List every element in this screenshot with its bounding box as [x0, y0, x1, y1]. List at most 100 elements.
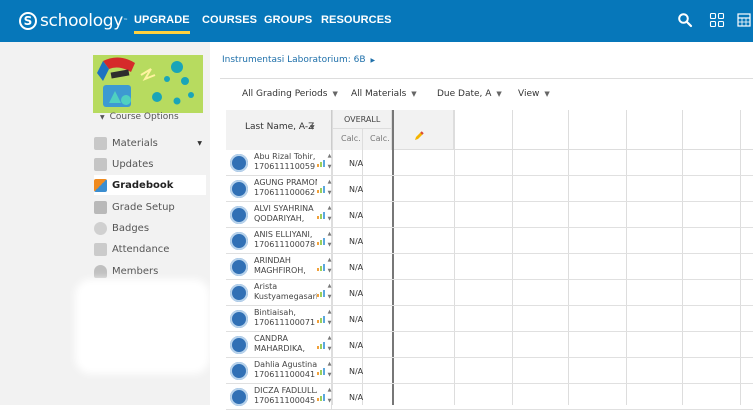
members-icon	[94, 264, 107, 278]
avatar	[230, 180, 248, 198]
nav-upgrade[interactable]: UPGRADE	[134, 14, 190, 34]
schoology-logo[interactable]: S schoology ™	[19, 10, 128, 32]
row-stepper[interactable]: ▲ ▼	[327, 307, 332, 331]
student-cell[interactable]: Arista Kustyamegasari, ▲ ▼	[226, 280, 332, 306]
top-navigation-bar: S schoology ™ UPGRADE COURSES GROUPS RES…	[0, 0, 753, 42]
student-id: 170611100071	[254, 318, 316, 327]
caret-down-icon: ▼	[544, 90, 550, 98]
filter-label: All Materials	[351, 89, 407, 99]
bar-chart-icon[interactable]	[317, 315, 325, 323]
row-stepper[interactable]: ▲ ▼	[327, 229, 332, 253]
caret-down-icon: ▼	[411, 90, 417, 98]
bar-chart-icon[interactable]	[317, 289, 325, 297]
student-cell[interactable]: Abu Rizal Tohir, 170611110059 ▲ ▼	[226, 150, 332, 176]
student-row: ALVI SYAHRINA QODARIYAH, ▲ ▼ N/A	[226, 202, 753, 228]
student-cell[interactable]: ALVI SYAHRINA QODARIYAH, ▲ ▼	[226, 202, 332, 228]
row-stepper[interactable]: ▲ ▼	[327, 333, 332, 357]
due-date-sort[interactable]: Due Date, A ▼	[437, 89, 502, 99]
view-filter[interactable]: View ▼	[518, 89, 550, 99]
sidebar-item-attendance[interactable]: Attendance	[94, 239, 206, 259]
course-options-toggle[interactable]: ▼ Course Options	[100, 112, 179, 122]
avatar	[230, 154, 248, 172]
row-stepper[interactable]: ▲ ▼	[327, 151, 332, 175]
bar-chart-icon[interactable]	[317, 393, 325, 401]
student-id: 170611100062	[254, 188, 316, 197]
student-id: 170611100041	[254, 370, 316, 379]
overall-grade: N/A	[349, 289, 364, 298]
overall-grade: N/A	[349, 315, 364, 324]
student-cell[interactable]: DICZA FADLULLAH170611100045 ▲▼	[226, 384, 332, 410]
student-name: DICZA FADLULLAH	[254, 386, 317, 395]
breadcrumb-course: Instrumentasi Laboratorium: 6B	[222, 55, 366, 65]
sidebar-item-badges[interactable]: Badges	[94, 218, 206, 238]
calendar-icon[interactable]	[737, 12, 751, 28]
student-row: Bintiaisah, 170611100071 ▲ ▼ N/A	[226, 306, 753, 332]
student-row: DICZA FADLULLAH170611100045 ▲▼ N/A	[226, 384, 753, 410]
calc-label: Calc.	[341, 134, 361, 143]
sidebar-item-members[interactable]: Members	[94, 261, 206, 281]
grade-setup-icon	[94, 200, 107, 214]
row-stepper[interactable]: ▲ ▼	[327, 203, 332, 227]
caret-down-icon: ▼	[327, 242, 332, 248]
bar-chart-icon[interactable]	[317, 367, 325, 375]
add-column-header[interactable]	[394, 110, 454, 150]
row-stepper[interactable]: ▲ ▼	[327, 359, 332, 383]
row-stepper[interactable]: ▲ ▼	[327, 177, 332, 201]
avatar	[230, 362, 248, 380]
row-stepper[interactable]: ▲ ▼	[327, 385, 332, 409]
student-cell[interactable]: Bintiaisah, 170611100071 ▲ ▼	[226, 306, 332, 332]
caret-up-icon: ▲	[327, 153, 332, 159]
nav-groups[interactable]: GROUPS	[264, 14, 312, 26]
search-icon[interactable]	[677, 12, 693, 28]
nav-courses[interactable]: COURSES	[202, 14, 257, 26]
student-cell[interactable]: AGUNG PRAMONO,170611100062 ▲▼	[226, 176, 332, 202]
caret-down-icon: ▼	[327, 398, 332, 404]
badge-icon	[94, 221, 107, 235]
student-row: AGUNG PRAMONO,170611100062 ▲▼ N/A	[226, 176, 753, 202]
bar-chart-icon[interactable]	[317, 263, 325, 271]
sidebar-item-label: Gradebook	[112, 179, 174, 191]
caret-down-icon: ▼	[327, 320, 332, 326]
filter-label: All Grading Periods	[242, 89, 328, 99]
name-sort-header[interactable]: Last Name, A-Z ▼	[226, 110, 332, 150]
bar-chart-icon[interactable]	[317, 237, 325, 245]
sidebar-item-materials[interactable]: Materials ▼	[94, 133, 206, 153]
student-name: CANDRA	[254, 334, 288, 343]
caret-up-icon: ▲	[327, 283, 332, 289]
student-id: MAGHFIROH,	[254, 266, 306, 275]
overall-grade: N/A	[349, 341, 364, 350]
avatar	[230, 310, 248, 328]
student-id: Kustyamegasari,	[254, 292, 317, 301]
empty-header	[454, 110, 753, 150]
bar-chart-icon[interactable]	[317, 341, 325, 349]
calc-label: Calc.	[370, 134, 390, 143]
pencil-icon[interactable]	[414, 131, 424, 141]
bar-chart-icon[interactable]	[317, 159, 325, 167]
course-image	[93, 55, 203, 113]
student-cell[interactable]: ANIS ELLIYANI, 170611100078 ▲ ▼	[226, 228, 332, 254]
sidebar-item-gradebook[interactable]: Gradebook	[94, 175, 206, 195]
bar-chart-icon[interactable]	[317, 211, 325, 219]
row-stepper[interactable]: ▲ ▼	[327, 255, 332, 279]
row-stepper[interactable]: ▲ ▼	[327, 281, 332, 305]
nav-resources[interactable]: RESOURCES	[321, 14, 392, 26]
student-name: AGUNG PRAMONO,	[254, 178, 317, 187]
sidebar-item-updates[interactable]: Updates	[94, 154, 206, 174]
sidebar-item-label: Attendance	[112, 243, 170, 255]
student-cell[interactable]: Dahlia Agustina RH170611100041 ▲▼	[226, 358, 332, 384]
caret-down-icon: ▼	[310, 124, 315, 131]
schoology-logo-text: schoology	[40, 11, 124, 31]
caret-down-icon: ▼	[327, 294, 332, 300]
caret-up-icon: ▲	[327, 231, 332, 237]
bar-chart-icon[interactable]	[317, 185, 325, 193]
breadcrumb[interactable]: Instrumentasi Laboratorium: 6B ▶	[222, 55, 375, 65]
materials-filter[interactable]: All Materials ▼	[351, 89, 417, 99]
student-cell[interactable]: CANDRA MAHARDIKA, ▲ ▼	[226, 332, 332, 358]
student-cell[interactable]: ARINDAH MAGHFIROH, ▲ ▼	[226, 254, 332, 280]
student-name: ALVI SYAHRINA	[254, 204, 314, 213]
caret-down-icon: ▼	[496, 90, 502, 98]
apps-grid-icon[interactable]	[709, 12, 725, 28]
sidebar-item-grade-setup[interactable]: Grade Setup	[94, 197, 206, 217]
grading-period-filter[interactable]: All Grading Periods ▼	[242, 89, 338, 99]
caret-up-icon: ▲	[327, 361, 332, 367]
